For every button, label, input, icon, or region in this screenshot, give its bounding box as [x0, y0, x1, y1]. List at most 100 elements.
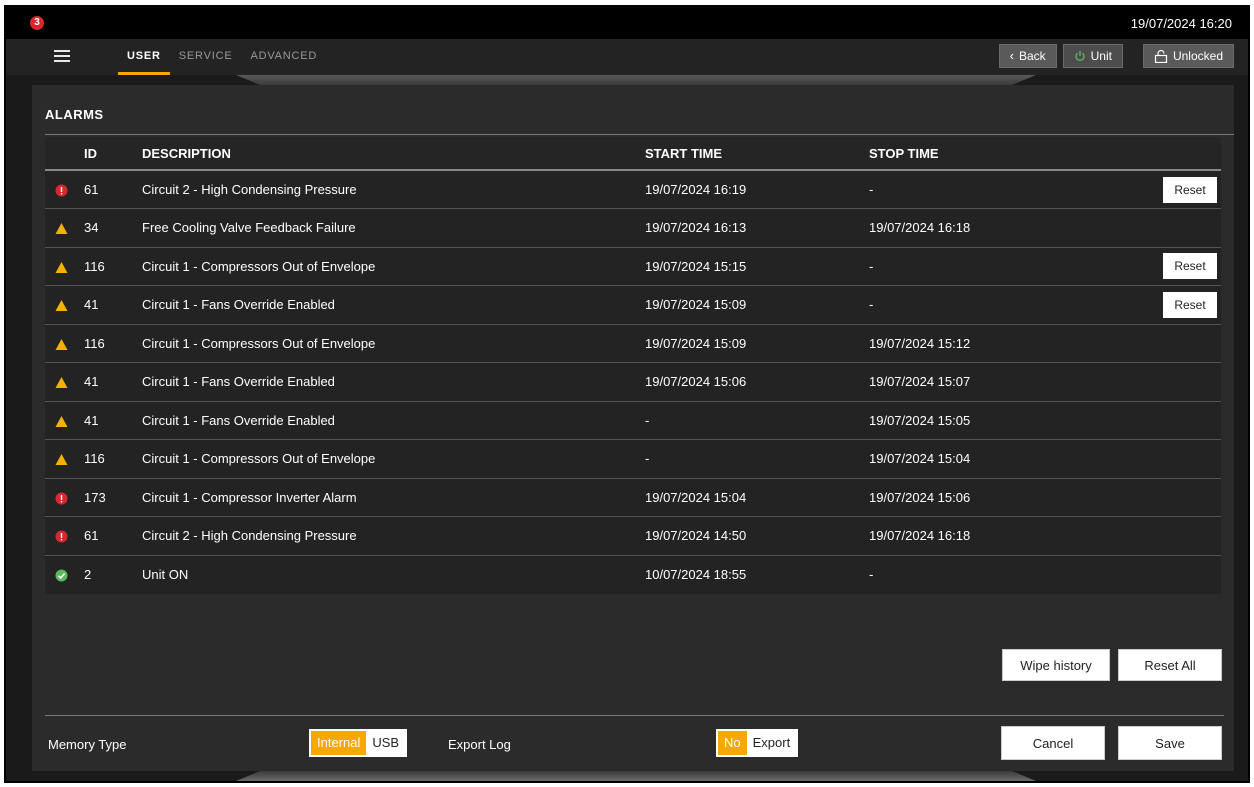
alarm-type-cell: [45, 555, 84, 594]
alarm-action-cell: Reset: [1139, 285, 1221, 325]
alarm-stop-time: -: [869, 170, 1139, 209]
alarm-description: Unit ON: [142, 555, 645, 594]
reset-all-button[interactable]: Reset All: [1118, 649, 1222, 681]
alarm-row: 116 Circuit 1 - Compressors Out of Envelo…: [45, 324, 1221, 363]
alarm-description: Circuit 1 - Compressors Out of Envelope: [142, 247, 645, 286]
alarm-action-cell: Reset: [1139, 247, 1221, 286]
alarm-description: Circuit 1 - Fans Override Enabled: [142, 401, 645, 440]
reset-button[interactable]: Reset: [1163, 253, 1217, 280]
header-icon: [45, 137, 84, 171]
alarm-stop-time: -: [869, 555, 1139, 594]
unlock-icon: [1154, 49, 1168, 63]
alarm-id: 41: [84, 285, 142, 325]
page-title: ALARMS: [45, 107, 104, 122]
alarm-row: 61 Circuit 2 - High Condensing Pressure 19…: [45, 170, 1221, 209]
reset-button[interactable]: Reset: [1163, 291, 1217, 318]
save-button[interactable]: Save: [1118, 726, 1222, 760]
alarm-action-cell: [1139, 208, 1221, 248]
alarm-action-cell: [1139, 555, 1221, 594]
memory-type-label: Memory Type: [48, 737, 127, 752]
memory-option-internal[interactable]: Internal: [311, 731, 367, 755]
alarm-start-time: 10/07/2024 18:55: [645, 555, 869, 594]
alarm-start-time: 19/07/2024 16:19: [645, 170, 869, 209]
back-button[interactable]: ‹ Back: [998, 44, 1057, 68]
alarm-description: Circuit 1 - Compressor Inverter Alarm: [142, 478, 645, 517]
export-log-label: Export Log: [448, 737, 511, 752]
alarm-description: Circuit 1 - Compressors Out of Envelope: [142, 324, 645, 363]
alarm-id: 41: [84, 362, 142, 402]
unit-button[interactable]: Unit: [1062, 44, 1123, 68]
chevron-left-icon: ‹: [1009, 48, 1014, 63]
error-icon: [55, 492, 68, 505]
alarm-stop-time: 19/07/2024 15:07: [869, 362, 1139, 402]
header-start-time: START TIME: [645, 137, 869, 171]
alarm-id: 116: [84, 439, 142, 479]
alarm-action-cell: [1139, 439, 1221, 479]
alarm-stop-time: 19/07/2024 15:06: [869, 478, 1139, 517]
clock: 19/07/2024 16:20: [1130, 16, 1232, 31]
alarm-id: 34: [84, 208, 142, 248]
alarm-type-cell: [45, 516, 84, 556]
lock-label: Unlocked: [1172, 49, 1223, 63]
nav-buttons: ‹ Back Unit Unlocked: [998, 44, 1234, 68]
tab-advanced[interactable]: ADVANCED: [241, 39, 326, 75]
divider: [45, 715, 1224, 716]
alarm-action-cell: [1139, 516, 1221, 556]
alarm-row: 116 Circuit 1 - Compressors Out of Envelo…: [45, 247, 1221, 286]
warning-icon: [55, 300, 68, 312]
top-bar: 3 19/07/2024 16:20: [6, 7, 1248, 39]
notification-badge[interactable]: 3: [30, 16, 44, 30]
alarm-id: 2: [84, 555, 142, 594]
alarm-row: 41 Circuit 1 - Fans Override Enabled -19/0…: [45, 401, 1221, 440]
alarm-description: Circuit 1 - Fans Override Enabled: [142, 285, 645, 325]
alarm-start-time: -: [645, 401, 869, 440]
tab-service[interactable]: SERVICE: [170, 39, 242, 75]
alarm-description: Circuit 1 - Fans Override Enabled: [142, 362, 645, 402]
alarm-row: 61 Circuit 2 - High Condensing Pressure 19…: [45, 516, 1221, 556]
alarm-action-cell: [1139, 362, 1221, 402]
alarm-description: Circuit 2 - High Condensing Pressure: [142, 516, 645, 556]
alarm-id: 173: [84, 478, 142, 517]
alarm-id: 116: [84, 324, 142, 363]
alarm-id: 41: [84, 401, 142, 440]
alarm-type-cell: [45, 285, 84, 325]
alarm-row: 173 Circuit 1 - Compressor Inverter Alarm…: [45, 478, 1221, 517]
alarm-row: 41 Circuit 1 - Fans Override Enabled 19/07…: [45, 285, 1221, 325]
alarm-type-cell: [45, 324, 84, 363]
warning-icon: [55, 338, 68, 350]
lock-button[interactable]: Unlocked: [1142, 44, 1234, 68]
alarm-stop-time: 19/07/2024 16:18: [869, 516, 1139, 556]
alarm-type-cell: [45, 247, 84, 286]
back-label: Back: [1018, 49, 1046, 63]
header-description: DESCRIPTION: [142, 137, 645, 171]
export-option-export[interactable]: Export: [747, 731, 797, 755]
alarm-stop-time: 19/07/2024 16:18: [869, 208, 1139, 248]
alarm-stop-time: -: [869, 247, 1139, 286]
divider: [45, 134, 1234, 135]
alarm-description: Circuit 1 - Compressors Out of Envelope: [142, 439, 645, 479]
reset-button[interactable]: Reset: [1163, 176, 1217, 203]
alarms-panel: ALARMS ID DESCRIPTION START TIME STOP TI…: [32, 85, 1234, 771]
tab-user[interactable]: USER: [118, 39, 170, 75]
cancel-button[interactable]: Cancel: [1001, 726, 1105, 760]
error-icon: [55, 184, 68, 197]
warning-icon: [55, 261, 68, 273]
wipe-history-button[interactable]: Wipe history: [1002, 649, 1110, 681]
alarm-id: 61: [84, 170, 142, 209]
alarm-id: 116: [84, 247, 142, 286]
header-action: [1139, 137, 1221, 171]
header-id: ID: [84, 137, 142, 171]
export-option-no[interactable]: No: [718, 731, 747, 755]
alarm-type-cell: [45, 362, 84, 402]
panel-tab-decoration: [236, 75, 1036, 85]
alarm-row: 34 Free Cooling Valve Feedback Failure 19/…: [45, 208, 1221, 248]
alarm-type-cell: [45, 478, 84, 517]
panel-bottom-decoration: [236, 771, 1036, 781]
ok-icon: [55, 569, 68, 582]
memory-option-usb[interactable]: USB: [366, 731, 405, 755]
alarm-start-time: 19/07/2024 15:06: [645, 362, 869, 402]
power-icon: [1074, 51, 1085, 62]
menu-icon[interactable]: [54, 50, 70, 62]
alarm-type-cell: [45, 208, 84, 248]
memory-type-toggle: Internal USB: [309, 729, 408, 757]
